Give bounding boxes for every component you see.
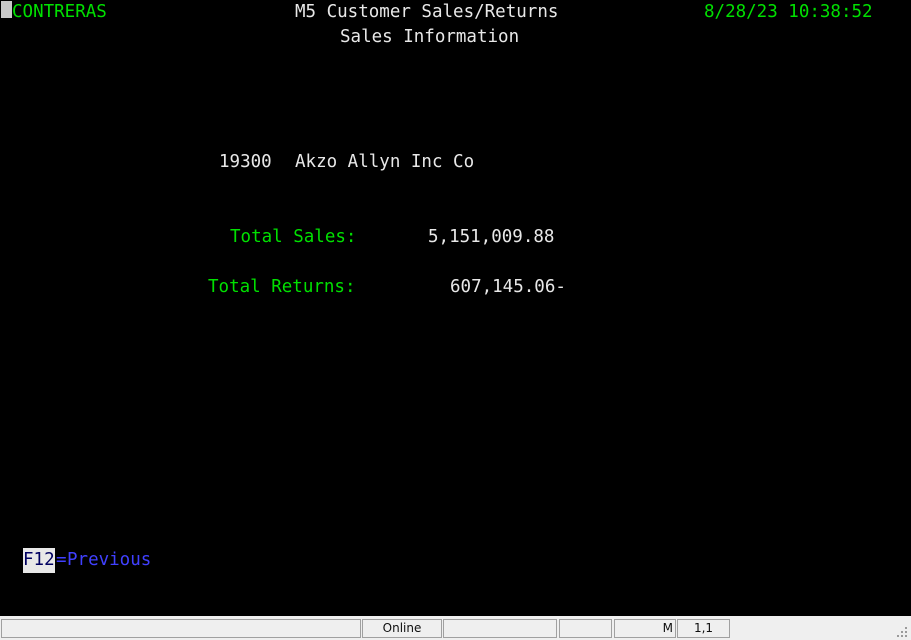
datetime-display: 8/28/23 10:38:52 [704, 2, 873, 22]
status-connection-indicator: Online [362, 619, 442, 638]
f12-separator: = [56, 550, 67, 570]
resize-grip-icon[interactable] [896, 626, 908, 638]
screen-title: M5 Customer Sales/Returns [295, 2, 559, 22]
customer-number: 19300 [219, 152, 272, 172]
status-bar: Online M 1,1 [0, 615, 911, 640]
total-returns-label: Total Returns: [208, 277, 356, 297]
terminal-row-2: Sales Information [0, 25, 911, 50]
terminal-row-12: Total Returns: 607,145.06- [0, 275, 911, 300]
total-sales-label: Total Sales: [230, 227, 357, 247]
f12-action-label[interactable]: Previous [67, 548, 151, 573]
terminal-screen[interactable]: CONTRERAS M5 Customer Sales/Returns 8/28… [0, 0, 911, 615]
status-message-panel [1, 619, 361, 638]
screen-subtitle: Sales Information [340, 27, 520, 47]
status-panel-right [731, 619, 893, 638]
user-name-label: CONTRERAS [12, 2, 107, 22]
f12-key-label[interactable]: F12 [23, 548, 55, 573]
status-panel-2 [443, 619, 557, 638]
total-sales-value: 5,151,009.88 [428, 227, 555, 247]
status-cursor-position: 1,1 [677, 619, 730, 638]
terminal-row-10: Total Sales: 5,151,009.88 [0, 225, 911, 250]
total-returns-value: 607,145.06- [450, 277, 566, 297]
terminal-row-23: F12 = Previous [0, 548, 911, 573]
status-mode-indicator: M [614, 619, 676, 638]
status-panel-3 [559, 619, 612, 638]
terminal-row-1: CONTRERAS M5 Customer Sales/Returns 8/28… [0, 0, 911, 25]
customer-name: Akzo Allyn Inc Co [295, 152, 475, 172]
terminal-row-7: 19300 Akzo Allyn Inc Co [0, 150, 911, 175]
